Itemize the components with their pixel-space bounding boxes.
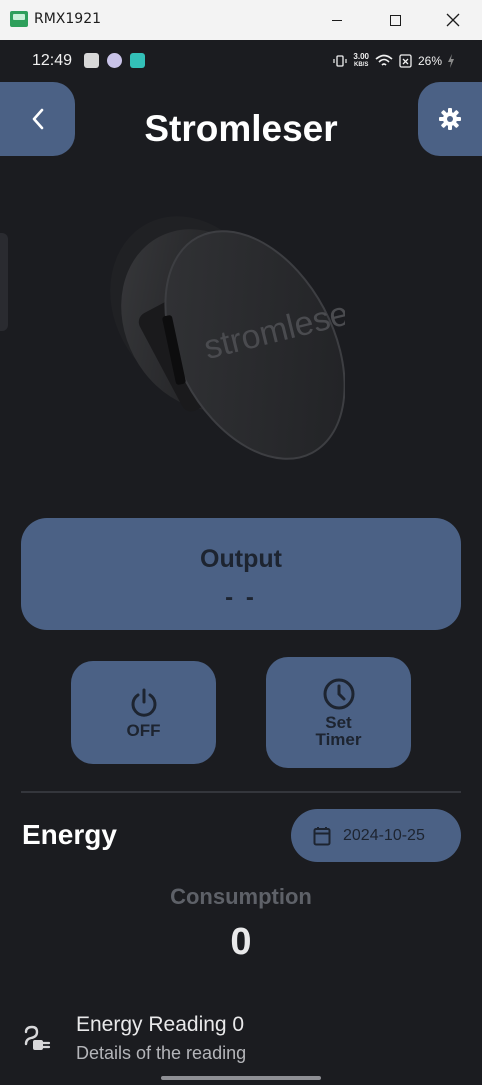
close-icon [446,13,460,27]
wifi-icon [375,54,393,66]
app-icon [10,11,28,27]
net-speed-value: 3.00 [353,52,369,61]
power-plug-icon [24,1025,51,1050]
net-speed: 3.00 KB/S [353,53,369,69]
notification-icon-3 [130,53,145,68]
settings-button[interactable] [418,82,482,156]
timer-label-line2: Timer [315,730,362,749]
window-titlebar: RMX1921 [0,0,482,40]
status-bar: 12:49 3.00 KB/S 26% [0,40,482,82]
no-sim-icon [399,54,412,68]
maximize-button[interactable] [366,0,424,40]
selected-date: 2024-10-25 [343,826,425,844]
reading-title[interactable]: Energy Reading 0 [76,1013,244,1037]
calendar-icon [313,826,331,845]
device-image: stromleser [110,216,345,460]
page-title: Stromleser [144,108,338,149]
maximize-icon [389,14,401,26]
reading-subtitle: Details of the reading [76,1043,247,1063]
minimize-button[interactable] [308,0,366,40]
notification-icon-2 [107,53,122,68]
notification-icon-1 [84,53,99,68]
consumption-label: Consumption [170,884,312,909]
power-label: OFF [126,720,161,740]
divider [21,791,461,793]
set-timer-button[interactable]: Set Timer [266,657,411,768]
timer-label-line1: Set [325,713,352,732]
minimize-icon [332,19,342,21]
status-clock: 12:49 [32,52,73,69]
status-indicators: 3.00 KB/S 26% [333,53,454,69]
close-window-button[interactable] [424,0,482,40]
output-card: Output - - [21,518,461,630]
energy-heading: Energy [22,819,117,850]
consumption-value: 0 [230,921,252,963]
date-picker-button[interactable]: 2024-10-25 [291,809,461,862]
charging-icon [448,54,454,68]
net-speed-unit: KB/S [354,62,369,68]
clock-icon [323,678,354,710]
power-icon [131,688,156,717]
window-title: RMX1921 [34,11,102,27]
gear-icon [439,108,461,130]
output-value: - - [225,584,257,611]
vibrate-icon [333,55,347,67]
power-toggle-button[interactable]: OFF [71,661,216,764]
battery-level: 26% [417,54,442,68]
output-label: Output [200,545,282,573]
side-drawer-handle[interactable] [0,233,8,331]
home-indicator[interactable] [161,1076,321,1080]
